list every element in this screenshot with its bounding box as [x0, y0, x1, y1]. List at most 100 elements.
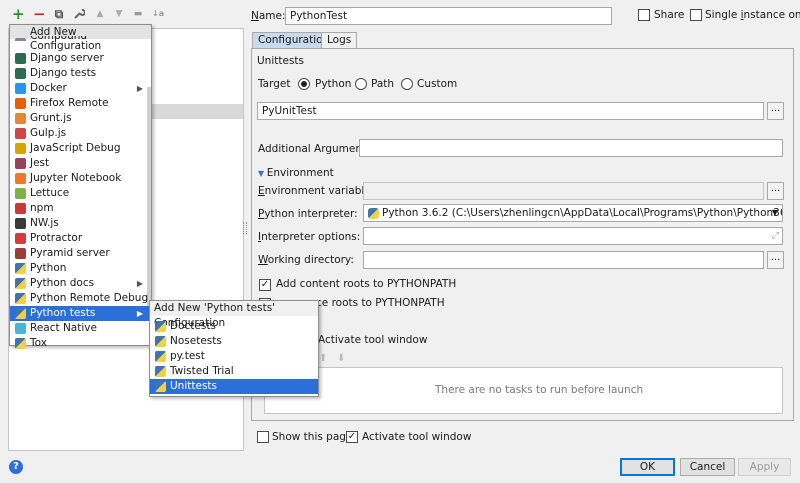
target-path-label: Path — [371, 78, 395, 90]
submenu-item-label: Twisted Trial — [170, 365, 234, 377]
environment-toggle[interactable]: ▼ Environment — [258, 166, 334, 181]
name-input[interactable]: PythonTest — [285, 7, 612, 25]
menu-item-django-server[interactable]: Django server — [10, 51, 151, 66]
python-tests-icon — [155, 381, 166, 392]
npm-icon — [15, 203, 26, 214]
menu-item-gulp-js[interactable]: Gulp.js — [10, 126, 151, 141]
move-up-icon[interactable]: ▲ — [94, 8, 106, 20]
activate-tool-window-checkbox[interactable]: ✓ — [346, 431, 358, 443]
source-roots-label: ce roots to PYTHONPATH — [316, 297, 445, 309]
wrench-icon[interactable] — [73, 8, 86, 20]
menu-item-pyramid-server[interactable]: Pyramid server — [10, 246, 151, 261]
submenu-item-label: Unittests — [170, 380, 218, 392]
submenu-item-doctests[interactable]: Doctests — [150, 319, 318, 334]
target-python-radio[interactable] — [298, 78, 310, 90]
menu-item-nw-js[interactable]: NW.js — [10, 216, 151, 231]
menu-item-python-docs[interactable]: Python docs ▶ — [10, 276, 151, 291]
python-tests-icon — [155, 321, 166, 332]
python-tests-icon — [15, 308, 26, 319]
copy-icon[interactable]: ⧉ — [53, 8, 65, 20]
menu-item-python-tests[interactable]: Python tests ▶ — [10, 306, 151, 321]
menu-item-label: React Native — [30, 322, 97, 334]
share-label: Share — [654, 9, 685, 21]
remove-icon[interactable]: − — [33, 7, 46, 22]
move-down-icon[interactable]: ▼ — [113, 8, 125, 20]
move-up-icon[interactable]: ⬆ — [319, 353, 327, 364]
chevron-right-icon: ▶ — [136, 309, 143, 318]
target-python-label: Python — [315, 78, 352, 90]
menu-item-label: npm — [30, 202, 54, 214]
expand-icon[interactable]: ⤢ — [772, 229, 779, 243]
add-icon[interactable]: + — [12, 7, 25, 22]
workdir-input[interactable] — [363, 251, 764, 269]
help-icon[interactable]: ? — [9, 460, 23, 474]
submenu-item-twisted-trial[interactable]: Twisted Trial — [150, 364, 318, 379]
folder-icon[interactable]: ▬ — [132, 8, 144, 20]
menu-item-protractor[interactable]: Protractor — [10, 231, 151, 246]
python-tests-icon — [155, 351, 166, 362]
menu-item-firefox-remote[interactable]: Firefox Remote — [10, 96, 151, 111]
cancel-button[interactable]: Cancel — [680, 458, 735, 476]
move-down-icon[interactable]: ⬇ — [337, 353, 345, 364]
python-tests-icon — [155, 336, 166, 347]
sort-icon[interactable]: ↓a — [152, 8, 164, 20]
python-icon — [368, 208, 379, 219]
tree-selected-row[interactable] — [152, 104, 243, 119]
workdir-browse-button[interactable]: ... — [767, 251, 784, 269]
menu-item-jest[interactable]: Jest — [10, 156, 151, 171]
content-roots-checkbox[interactable]: ✓ — [259, 279, 271, 291]
submenu-item-nosetests[interactable]: Nosetests — [150, 334, 318, 349]
menu-item-docker[interactable]: Docker ▶ — [10, 81, 151, 96]
name-label: Name: — [251, 10, 286, 22]
menu-item-label: Pyramid server — [30, 247, 110, 259]
lettuce-icon — [15, 188, 26, 199]
env-vars-input[interactable] — [363, 182, 764, 200]
menu-item-label: Python tests — [30, 307, 96, 319]
submenu-item-unittests[interactable]: Unittests — [150, 379, 318, 394]
python-remote-icon — [15, 293, 26, 304]
menu-item-label: Python Remote Debug — [30, 292, 149, 304]
menu-item-python[interactable]: Python — [10, 261, 151, 276]
menu-item-npm[interactable]: npm — [10, 201, 151, 216]
menu-item-label: Docker — [30, 82, 67, 94]
target-browse-button[interactable]: ... — [767, 102, 784, 120]
interp-opts-input[interactable]: ⤢ — [363, 227, 783, 245]
show-page-checkbox[interactable] — [257, 431, 269, 443]
single-instance-checkbox[interactable] — [690, 9, 702, 21]
menu-item-javascript-debug[interactable]: JavaScript Debug — [10, 141, 151, 156]
share-checkbox[interactable] — [638, 9, 650, 21]
target-custom-radio[interactable] — [401, 78, 413, 90]
additional-args-input[interactable] — [359, 139, 783, 157]
splitter-handle[interactable] — [243, 222, 247, 234]
target-input[interactable]: PyUnitTest — [257, 102, 764, 120]
menu-item-label: Protractor — [30, 232, 83, 244]
menu-item-django-tests[interactable]: Django tests — [10, 66, 151, 81]
menu-item-compound[interactable]: Compound — [10, 36, 151, 41]
show-page-label: Show this page — [272, 431, 353, 443]
menu-item-tox[interactable]: Tox — [10, 336, 151, 351]
firefox-icon — [15, 98, 26, 109]
compound-icon — [15, 38, 26, 41]
menu-item-react-native[interactable]: React Native — [10, 321, 151, 336]
submenu-item-label: py.test — [170, 350, 205, 362]
env-vars-label: Environment variables: — [258, 185, 380, 197]
menu-item-grunt-js[interactable]: Grunt.js — [10, 111, 151, 126]
jest-icon — [15, 158, 26, 169]
ok-button[interactable]: OK — [620, 458, 675, 476]
additional-args-label: Additional Arguments — [258, 143, 372, 155]
menu-item-python-remote-debug[interactable]: Python Remote Debug — [10, 291, 151, 306]
env-vars-browse-button[interactable]: ... — [767, 182, 784, 200]
tab-logs[interactable]: Logs — [321, 32, 358, 48]
workdir-label: Working directory: — [258, 254, 354, 266]
submenu-item-py-test[interactable]: py.test — [150, 349, 318, 364]
add-configuration-menu[interactable]: Add New Configuration CompoundDjango ser… — [9, 24, 152, 349]
menu-item-label: Tox — [30, 337, 47, 349]
menu-item-jupyter-notebook[interactable]: Jupyter Notebook — [10, 171, 151, 186]
apply-button: Apply — [738, 458, 791, 476]
python-tests-submenu[interactable]: Add New 'Python tests' Configuration Doc… — [149, 300, 319, 397]
target-path-radio[interactable] — [355, 78, 367, 90]
menu-item-lettuce[interactable]: Lettuce — [10, 186, 151, 201]
menu-item-label: Jest — [30, 157, 50, 169]
target-label: Target — [258, 78, 291, 90]
interpreter-select[interactable]: Python 3.6.2 (C:\Users\zhenlingcn\AppDat… — [363, 204, 783, 222]
